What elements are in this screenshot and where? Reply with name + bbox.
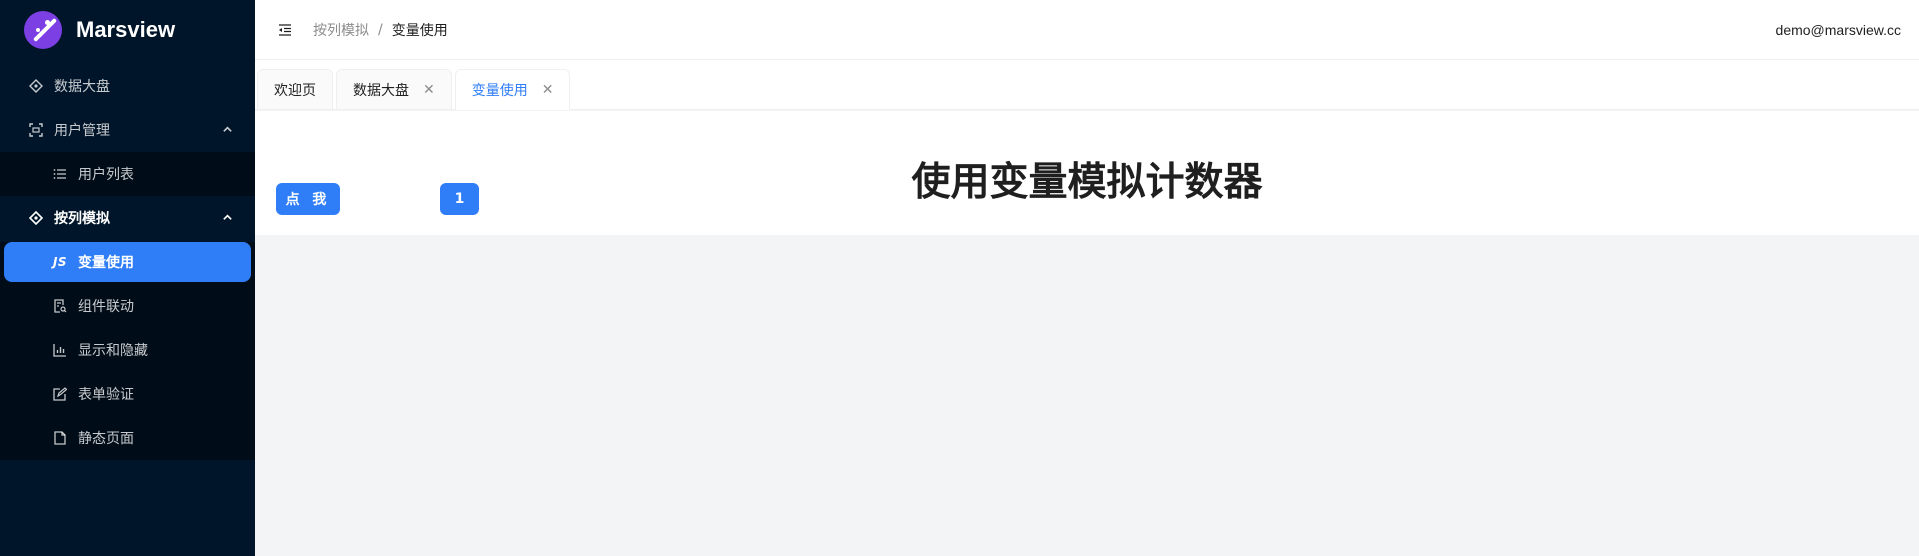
sidebar-menu: 数据大盘 用户管理 用户列表 按列模拟 JS 变量使用 组件联动 显示和隐藏 表… [0, 64, 255, 460]
bar-chart-icon [52, 342, 68, 358]
sidebar-item-static-page[interactable]: 静态页面 [0, 416, 255, 460]
tab-dashboard[interactable]: 数据大盘 ✕ [336, 69, 452, 109]
sidebar-item-label: 显示和隐藏 [78, 343, 148, 359]
tab-label: 变量使用 [471, 83, 528, 99]
close-icon[interactable]: ✕ [542, 82, 554, 98]
edit-icon [52, 386, 68, 402]
sidebar-item-label: 表单验证 [78, 387, 134, 403]
close-icon[interactable]: ✕ [423, 82, 435, 98]
page-title: 使用变量模拟计数器 [911, 160, 1263, 205]
tab-welcome[interactable]: 欢迎页 [257, 69, 333, 109]
menu-fold-icon[interactable] [277, 22, 293, 38]
sidebar-item-label: 变量使用 [78, 255, 134, 271]
chevron-up-icon [222, 211, 233, 227]
sidebar-item-label: 静态页面 [78, 431, 134, 447]
sidebar-item-show-hide[interactable]: 显示和隐藏 [0, 328, 255, 372]
dashboard-icon [28, 78, 44, 94]
sidebar-item-list-simulation[interactable]: 按列模拟 [0, 196, 255, 240]
logo-icon [24, 11, 62, 49]
scan-icon [28, 122, 44, 138]
sidebar: Marsview 数据大盘 用户管理 用户列表 按列模拟 JS 变量使用 组件联… [0, 0, 255, 556]
app-name: Marsview [76, 17, 176, 42]
js-icon: JS [52, 255, 68, 269]
sidebar-item-component-linkage[interactable]: 组件联动 [0, 284, 255, 328]
sidebar-item-label: 按列模拟 [54, 211, 110, 227]
sidebar-item-dashboard[interactable]: 数据大盘 [0, 64, 255, 108]
list-icon [52, 166, 68, 182]
tab-label: 欢迎页 [274, 82, 316, 99]
user-email[interactable]: demo@marsview.cc [1776, 22, 1901, 38]
sidebar-item-label: 数据大盘 [54, 79, 110, 95]
breadcrumb: 按列模拟 / 变量使用 [313, 20, 448, 40]
diamond-icon [28, 210, 44, 226]
sidebar-item-user-management[interactable]: 用户管理 [0, 108, 255, 152]
sidebar-item-label: 用户管理 [54, 123, 110, 139]
sidebar-item-form-validation[interactable]: 表单验证 [0, 372, 255, 416]
file-icon [52, 430, 68, 446]
submenu-user-management: 用户列表 [0, 152, 255, 196]
main-content: 点 我 1 使用变量模拟计数器 [255, 111, 1919, 235]
breadcrumb-current: 变量使用 [391, 22, 448, 39]
tab-variable-usage[interactable]: 变量使用 ✕ [454, 69, 571, 110]
top-header: 按列模拟 / 变量使用 demo@marsview.cc [255, 0, 1919, 60]
sidebar-item-label: 用户列表 [78, 167, 134, 183]
chevron-up-icon [222, 123, 233, 139]
sidebar-item-variable-usage[interactable]: JS 变量使用 [4, 242, 251, 282]
sidebar-item-user-list[interactable]: 用户列表 [0, 152, 255, 196]
logo[interactable]: Marsview [0, 0, 255, 60]
submenu-list-simulation: JS 变量使用 组件联动 显示和隐藏 表单验证 静态页面 [0, 242, 255, 460]
file-search-icon [52, 298, 68, 314]
sidebar-item-label: 组件联动 [78, 299, 134, 315]
breadcrumb-separator: / [378, 21, 383, 38]
tab-label: 数据大盘 [353, 82, 409, 99]
breadcrumb-item[interactable]: 按列模拟 [313, 20, 369, 40]
page-tabs: 欢迎页 数据大盘 ✕ 变量使用 ✕ [255, 60, 1919, 110]
